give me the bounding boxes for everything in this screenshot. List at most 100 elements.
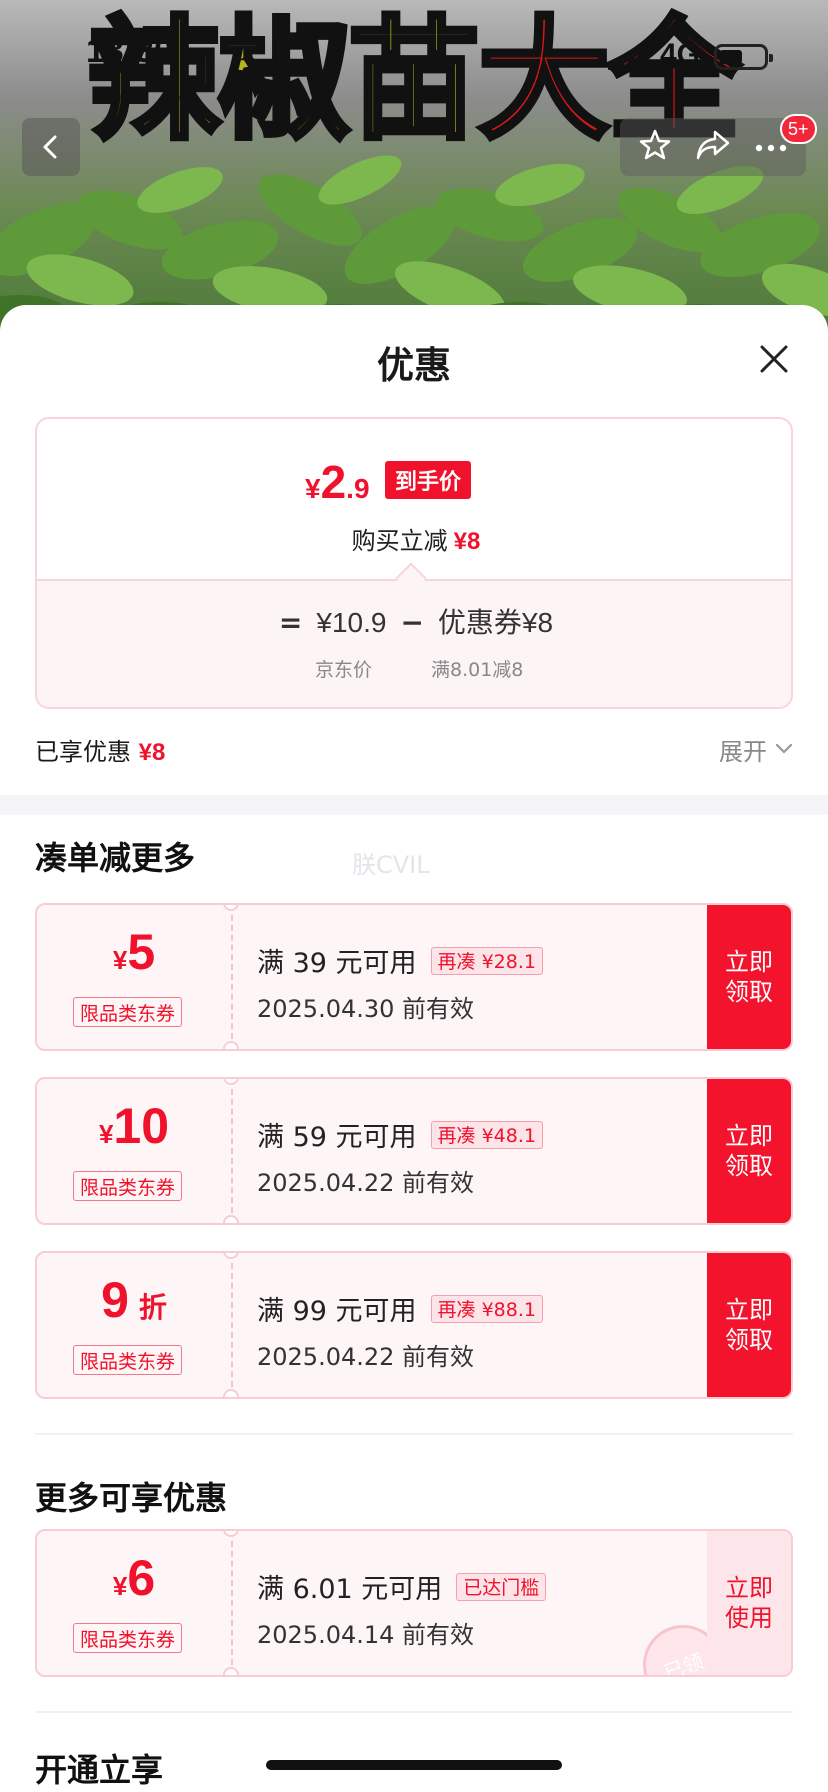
pepper-seedlings-image — [0, 155, 828, 330]
price-formula-area — [37, 579, 791, 707]
coupon-divider — [231, 905, 233, 1049]
enjoyed-label: 已享优惠 — [35, 737, 131, 766]
divider — [35, 1711, 793, 1713]
enjoyed-discount: 已享优惠 ¥8 — [35, 732, 165, 767]
more-button[interactable] — [754, 138, 788, 157]
chevron-left-icon — [43, 135, 57, 159]
coupon-condition: 满 59 元可用 再凑 ¥48.1 — [257, 1115, 543, 1154]
status-time: 13:30 — [86, 32, 173, 70]
back-button[interactable] — [22, 118, 80, 176]
message-badge: 5+ — [780, 114, 817, 144]
jd-price: ¥10.9 — [316, 607, 387, 638]
section-title-more-benefits: 更多可享优惠 — [35, 1479, 228, 1517]
share-icon — [696, 130, 730, 160]
coupon-validity: 2025.04.14 前有效 — [257, 1621, 475, 1649]
top-action-bar — [620, 118, 806, 176]
status-bar: 13:30 4G — [0, 0, 828, 108]
coupon-condition-text: 满 99 元可用 — [257, 1296, 417, 1327]
final-price-tag: 到手价 — [385, 461, 472, 499]
expand-toggle[interactable]: 展开 — [719, 732, 793, 767]
coupon-condition: 满 99 元可用 再凑 ¥88.1 — [257, 1289, 543, 1328]
buy-reduce-line: 购买立减 ¥8 — [37, 521, 791, 556]
coupon-card: ¥5 限品类东券 满 39 元可用 再凑 ¥28.1 2025.04.30 前有效… — [35, 903, 793, 1051]
watermark: 朕CVIL — [352, 851, 430, 879]
enjoyed-value: ¥8 — [138, 738, 166, 766]
final-price: ¥2.9 — [305, 455, 370, 509]
coupon-validity: 2025.04.22 前有效 — [257, 1343, 475, 1371]
coupon-value-area: ¥5 限品类东券 — [37, 905, 231, 1049]
star-icon — [639, 129, 670, 160]
coupon-amount-number: 10 — [113, 1098, 170, 1154]
coupon-cutout — [223, 1215, 239, 1223]
coupon-amount: ¥6 — [37, 1549, 231, 1607]
coupon-deduction: 优惠券¥8 — [438, 601, 553, 641]
coupon-gap-pill: 再凑 ¥48.1 — [430, 1120, 543, 1149]
minus-sign: − — [400, 606, 424, 639]
coupon-condition-text: 满 59 元可用 — [257, 1122, 417, 1153]
enjoyed-discount-row: 已享优惠 ¥8 展开 — [35, 729, 793, 769]
network-type: 4G — [660, 38, 701, 71]
coupon-amount: ¥5 — [37, 923, 231, 981]
coupon-category: 限品类东券 — [73, 1171, 183, 1201]
coupon-gap-pill: 再凑 ¥28.1 — [430, 946, 543, 975]
discount-sheet: 优惠 ¥2.9 到手价 购买立减 ¥8 = ¥10.9 − 优惠券¥8 京东价 满… — [0, 305, 828, 1792]
coupon-validity: 2025.04.30 前有效 — [257, 995, 475, 1023]
benefit-coupon-card: ¥6 限品类东券 满 6.01 元可用 已达门槛 2025.04.14 前有效 已… — [35, 1529, 793, 1677]
coupon-currency: ¥ — [112, 1571, 128, 1601]
coupon-divider — [231, 1531, 233, 1675]
coupon-card: 9折 限品类东券 满 99 元可用 再凑 ¥88.1 2025.04.22 前有效… — [35, 1251, 793, 1399]
coupon-category: 限品类东券 — [73, 1623, 183, 1653]
expand-label: 展开 — [719, 737, 767, 766]
coupon-condition-text: 满 6.01 元可用 — [257, 1574, 443, 1605]
jd-price-label: 京东价 — [315, 659, 373, 681]
final-price-decimal: .9 — [346, 473, 370, 504]
threshold-met-pill: 已达门槛 — [456, 1572, 547, 1601]
share-button[interactable] — [695, 128, 731, 166]
section-title-open: 开通立享 — [35, 1751, 164, 1789]
coupon-cutout — [223, 1389, 239, 1397]
close-icon — [760, 345, 788, 373]
close-button[interactable] — [754, 339, 794, 379]
claim-coupon-button[interactable]: 立即领取 — [707, 905, 791, 1049]
section-title-more-order: 凑单减更多 — [35, 839, 196, 877]
coupon-amount-number: 9 — [101, 1272, 129, 1328]
buy-reduce-value: ¥8 — [453, 528, 481, 555]
home-indicator — [266, 1760, 562, 1770]
favorite-button[interactable] — [638, 128, 672, 166]
coupon-amount-number: 5 — [127, 924, 156, 980]
coupon-divider — [231, 1079, 233, 1223]
signal-icon — [608, 46, 644, 70]
final-price-currency: ¥ — [305, 473, 321, 504]
chevron-down-icon — [775, 743, 793, 754]
coupon-rule: 满8.01减8 — [431, 659, 524, 681]
coupon-card: ¥10 限品类东券 满 59 元可用 再凑 ¥48.1 2025.04.22 前有… — [35, 1077, 793, 1225]
final-price-integer: 2 — [320, 456, 347, 508]
coupon-category: 限品类东券 — [73, 1345, 183, 1375]
use-coupon-button[interactable]: 立即使用 — [707, 1531, 791, 1675]
coupon-amount: 9折 — [37, 1271, 231, 1329]
coupon-category: 限品类东券 — [73, 997, 183, 1027]
coupon-condition: 满 6.01 元可用 已达门槛 — [257, 1567, 547, 1606]
coupon-divider — [231, 1253, 233, 1397]
more-dots-icon — [756, 144, 787, 151]
coupon-currency: ¥ — [112, 945, 128, 975]
buy-reduce-label: 购买立减 — [351, 527, 448, 555]
coupon-condition-text: 满 39 元可用 — [257, 948, 417, 979]
coupon-currency: ¥ — [98, 1119, 114, 1149]
claim-coupon-button[interactable]: 立即领取 — [707, 1079, 791, 1223]
coupon-value-area: 9折 限品类东券 — [37, 1253, 231, 1397]
claim-coupon-button[interactable]: 立即领取 — [707, 1253, 791, 1397]
price-formula: = ¥10.9 − 优惠券¥8 — [37, 601, 791, 641]
coupon-validity: 2025.04.22 前有效 — [257, 1169, 475, 1197]
coupon-amount-number: 6 — [127, 1550, 156, 1606]
coupon-value-area: ¥10 限品类东券 — [37, 1079, 231, 1223]
coupon-gap-pill: 再凑 ¥88.1 — [430, 1294, 543, 1323]
coupon-value-area: ¥6 限品类东券 — [37, 1531, 231, 1675]
coupon-cutout — [223, 1041, 239, 1049]
section-separator — [0, 795, 828, 815]
coupon-label: 优惠券 — [437, 606, 522, 639]
battery-icon — [714, 44, 773, 70]
coupon-cutout — [223, 1667, 239, 1675]
coupon-unit: 折 — [138, 1292, 167, 1323]
price-breakdown-card: ¥2.9 到手价 购买立减 ¥8 = ¥10.9 − 优惠券¥8 京东价 满8.0… — [35, 417, 793, 709]
